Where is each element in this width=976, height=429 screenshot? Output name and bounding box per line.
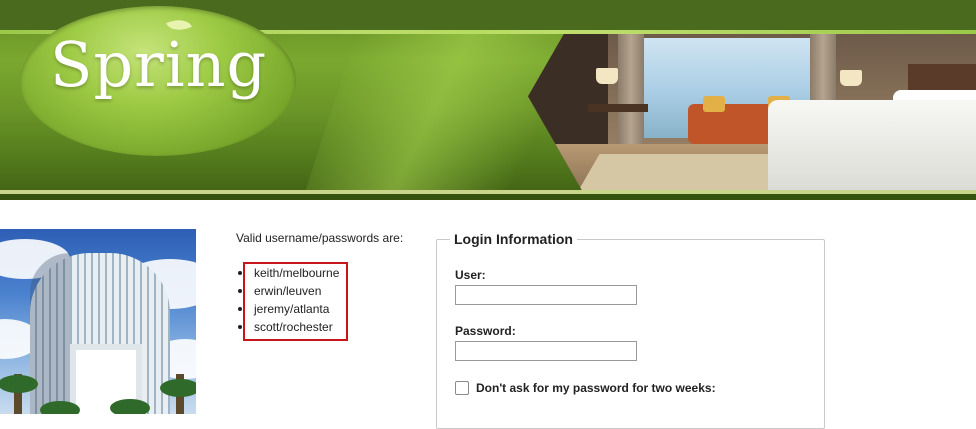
logo-text: Spring: [50, 28, 268, 101]
highlight-box: [243, 262, 348, 341]
lamp-icon: [596, 68, 618, 84]
palm-frond: [40, 401, 80, 414]
lamp-icon: [840, 70, 862, 86]
remember-me-label[interactable]: Don't ask for my password for two weeks:: [476, 381, 716, 395]
username-input[interactable]: [455, 285, 637, 305]
hotel-room-image: [528, 34, 976, 190]
user-label: User:: [455, 268, 486, 282]
valid-users-heading: Valid username/passwords are:: [236, 231, 404, 245]
header-bottom-band: [0, 194, 976, 200]
bullet-icon: [238, 325, 242, 329]
login-legend: Login Information: [450, 231, 577, 247]
hotel-building-image: [0, 229, 196, 414]
palm-frond: [110, 399, 150, 414]
palm-frond: [160, 379, 196, 397]
bullet-icon: [238, 307, 242, 311]
bullet-icon: [238, 271, 242, 275]
password-label: Password:: [455, 324, 516, 338]
room-curtain: [618, 34, 644, 154]
room-table: [588, 104, 648, 112]
room-cushion: [703, 96, 725, 112]
remember-me-checkbox[interactable]: [455, 381, 469, 395]
room-rug: [576, 154, 800, 190]
room-bed: [768, 100, 976, 190]
header-banner: Spring: [0, 0, 976, 200]
building-shadow: [30, 253, 70, 414]
bullet-icon: [238, 289, 242, 293]
password-input[interactable]: [455, 341, 637, 361]
